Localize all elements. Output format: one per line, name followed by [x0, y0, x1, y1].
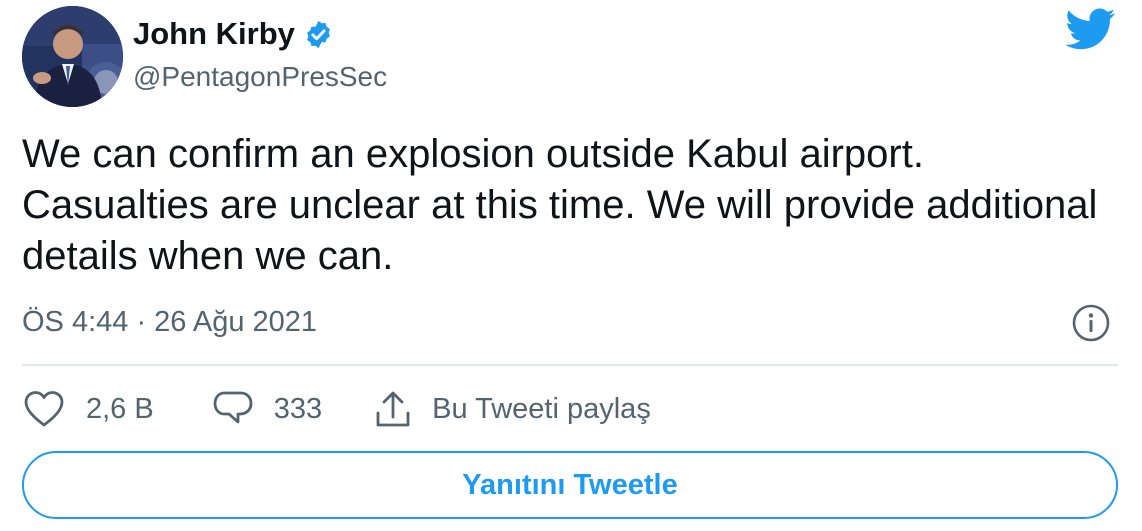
display-name[interactable]: John Kirby: [133, 14, 295, 54]
verified-badge-icon: [303, 19, 334, 50]
avatar[interactable]: [22, 6, 123, 107]
share-icon: [376, 391, 410, 427]
author-handle[interactable]: @PentagonPresSec: [133, 59, 387, 95]
author-name-row[interactable]: John Kirby: [133, 14, 334, 54]
reply-tweet-button[interactable]: Yanıtını Tweetle: [22, 451, 1118, 519]
tweet-timestamp[interactable]: ÖS 4:44 · 26 Ağu 2021: [22, 303, 317, 341]
action-bar: 2,6 B 333 Bu Tweeti paylaş: [22, 385, 651, 433]
reply-count: 333: [273, 393, 323, 425]
twitter-bird-icon[interactable]: [1065, 8, 1116, 52]
divider: [22, 364, 1118, 366]
reply-bubble-icon: [213, 391, 253, 424]
like-count: 2,6 B: [86, 393, 154, 425]
heart-icon: [24, 391, 64, 427]
share-label: Bu Tweeti paylaş: [432, 393, 651, 425]
reply-button[interactable]: 333: [212, 389, 322, 429]
tweet-text: We can confirm an explosion outside Kabu…: [22, 132, 1098, 278]
info-icon[interactable]: [1071, 303, 1111, 343]
share-button[interactable]: Bu Tweeti paylaş: [374, 389, 651, 429]
profile-photo: [22, 6, 123, 107]
like-button[interactable]: 2,6 B: [22, 389, 154, 429]
